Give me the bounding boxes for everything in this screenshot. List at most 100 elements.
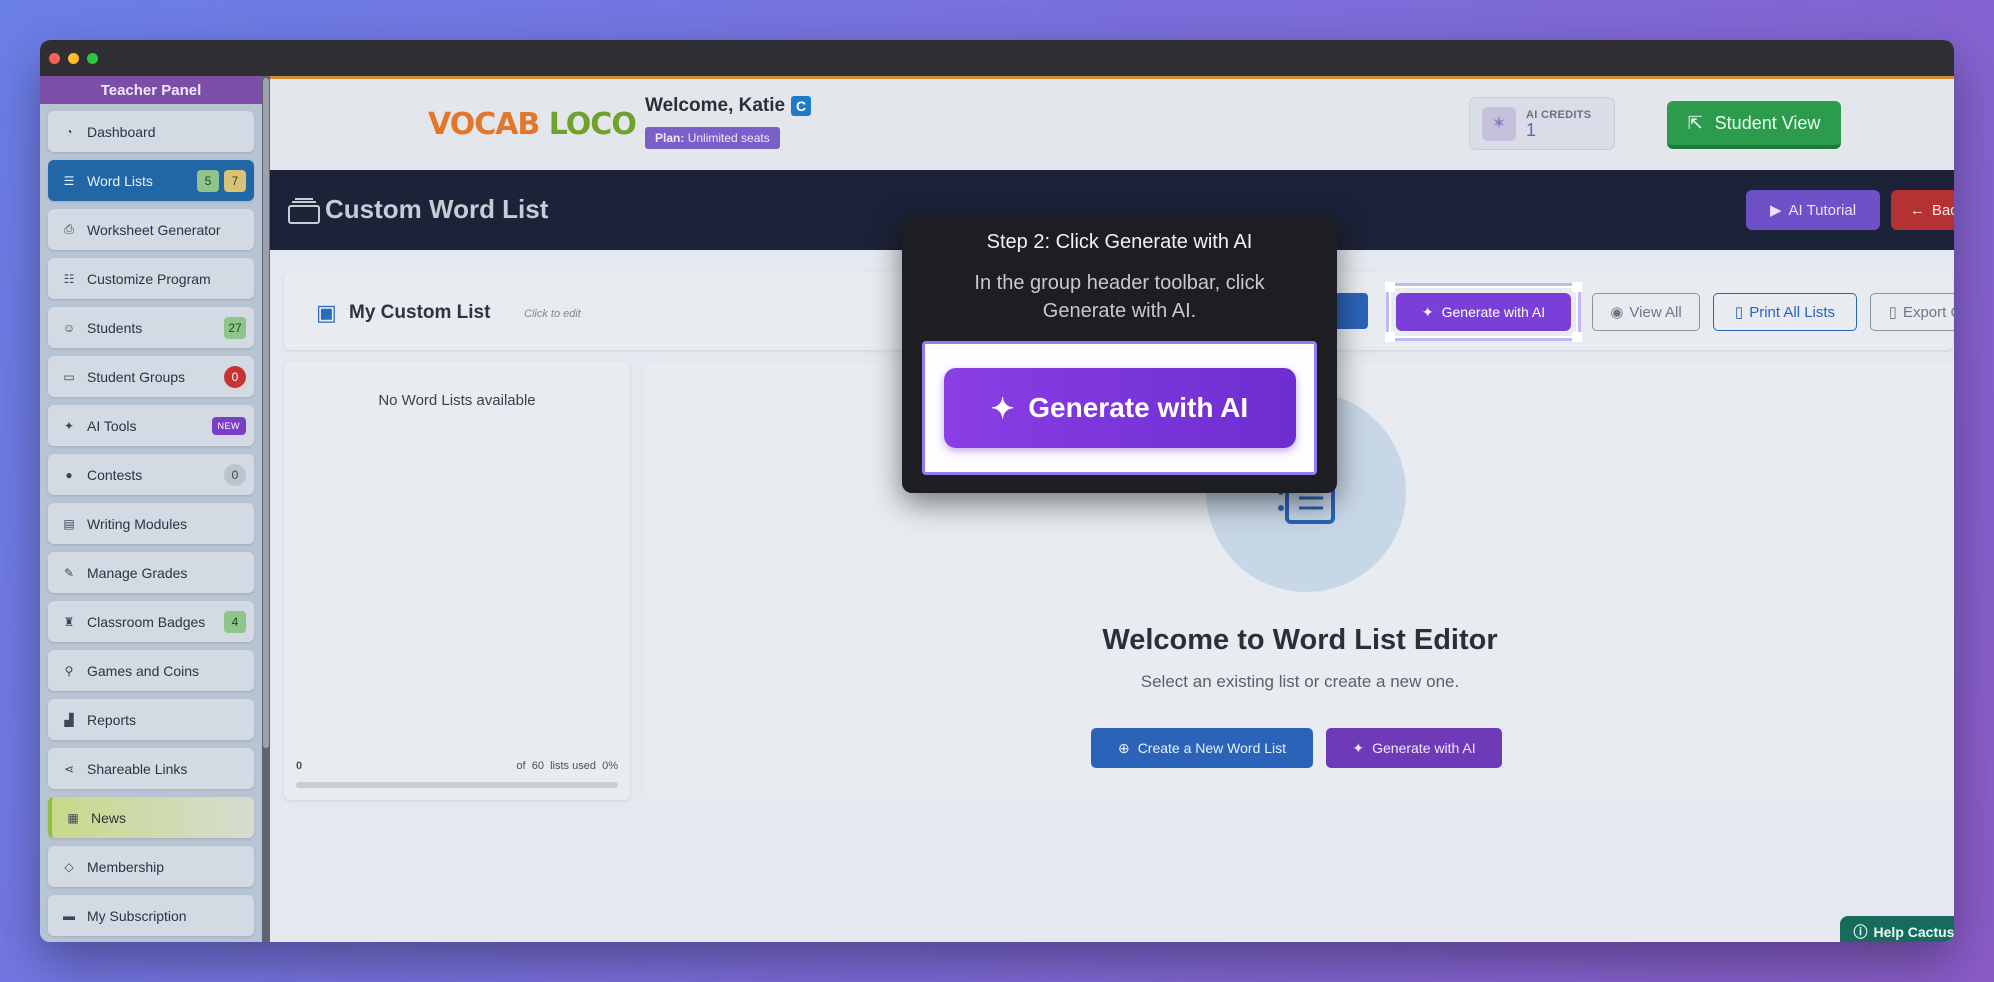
sidebar-item-customize-program[interactable]: ☷ Customize Program bbox=[48, 258, 254, 299]
play-icon: ▶ bbox=[1769, 202, 1782, 219]
tour-step-body: In the group header toolbar, click Gener… bbox=[974, 272, 1265, 322]
plan-badge: Plan: Unlimited seats bbox=[645, 127, 780, 149]
sidebar-item-student-groups[interactable]: ▭ Student Groups 0 bbox=[48, 356, 254, 397]
student-groups-count-badge: 0 bbox=[224, 365, 246, 388]
of-label: of bbox=[516, 760, 526, 772]
lists-used-progress-bar bbox=[296, 782, 618, 788]
create-word-list-label: Create a New Word List bbox=[1137, 740, 1287, 756]
sidebar-item-games-and-coins[interactable]: ⚲ Games and Coins bbox=[48, 650, 254, 691]
sidebar-item-writing-modules[interactable]: ▤ Writing Modules bbox=[48, 503, 254, 544]
generate-with-ai-button[interactable]: ✦ Generate with AI bbox=[1396, 293, 1571, 331]
sidebar-item-students[interactable]: ☺ Students 27 bbox=[48, 307, 254, 348]
sidebar-title: Teacher Panel bbox=[40, 76, 262, 104]
logo-text-vocab: VOCAB bbox=[428, 107, 540, 142]
sidebar-item-label: Students bbox=[87, 319, 143, 336]
sidebar-item-label: Student Groups bbox=[87, 368, 186, 385]
sparkles-icon: ✶ bbox=[1482, 106, 1516, 141]
sidebar-item-shareable-links[interactable]: ⋖ Shareable Links bbox=[48, 748, 254, 789]
ai-credits-widget[interactable]: ✶ AI CREDITS 1 bbox=[1469, 97, 1615, 150]
share-icon: ⋖ bbox=[63, 761, 75, 776]
classroom-badges-count-badge: 4 bbox=[224, 610, 246, 633]
ai-tutorial-button[interactable]: ▶ AI Tutorial bbox=[1746, 190, 1880, 230]
student-view-button[interactable]: ⇱ Student View bbox=[1667, 101, 1841, 149]
ai-tutorial-label: AI Tutorial bbox=[1788, 201, 1857, 219]
main-content: VOCAB LOCO Welcome, Katie C Plan: Unlimi… bbox=[270, 76, 1954, 942]
highlight-corner bbox=[1572, 332, 1582, 342]
sidebar-item-manage-grades[interactable]: ✎ Manage Grades bbox=[48, 552, 254, 593]
sidebar-item-label: News bbox=[91, 809, 127, 826]
sidebar-nav: ◔ Dashboard ☰ Word Lists 5 7 ⎙ Worksheet… bbox=[40, 104, 262, 942]
diamond-icon: ◇ bbox=[64, 859, 74, 874]
highlight-corner bbox=[1385, 332, 1395, 342]
welcome-text: Welcome, Katie bbox=[645, 95, 786, 116]
editor-welcome-subtitle: Select an existing list or create a new … bbox=[1140, 672, 1460, 691]
arrow-left-icon: ← bbox=[1909, 201, 1925, 219]
sparkles-icon: ✦ bbox=[1421, 303, 1434, 320]
sidebar-item-dashboard[interactable]: ◔ Dashboard bbox=[48, 111, 254, 152]
word-lists-panel: No Word Lists available 0 of 60 lists us… bbox=[284, 362, 630, 800]
tour-preview-generate-button[interactable]: ✦ Generate with AI bbox=[943, 368, 1296, 448]
sidebar-item-label: Shareable Links bbox=[87, 760, 188, 777]
word-lists-count-badge: 5 bbox=[197, 169, 219, 192]
vocab-loco-logo[interactable]: VOCAB LOCO bbox=[428, 107, 637, 142]
sidebar-item-news[interactable]: ▦ News bbox=[48, 797, 254, 838]
trophy-icon: ● bbox=[65, 467, 73, 482]
create-new-word-list-button[interactable]: ⊕ Create a New Word List bbox=[1091, 728, 1313, 768]
list-name[interactable]: My Custom List bbox=[349, 302, 490, 324]
sparkles-icon: ✦ bbox=[63, 418, 75, 433]
sidebar: Teacher Panel ◔ Dashboard ☰ Word Lists 5… bbox=[40, 76, 262, 942]
back-label: Back bbox=[1931, 201, 1954, 219]
sidebar-item-label: Customize Program bbox=[87, 270, 211, 287]
sparkles-icon: ✦ bbox=[990, 392, 1015, 424]
print-all-lists-button[interactable]: ▯ Print All Lists bbox=[1713, 293, 1857, 331]
help-cactus-button[interactable]: ⓘ Help Cactus bbox=[1840, 916, 1954, 942]
sidebar-item-membership[interactable]: ◇ Membership bbox=[48, 846, 254, 887]
help-cactus-label: Help Cactus bbox=[1873, 924, 1954, 940]
sidebar-item-label: Dashboard bbox=[87, 123, 156, 140]
back-button[interactable]: ← Back bbox=[1891, 190, 1954, 230]
plan-value: Unlimited seats bbox=[687, 131, 770, 145]
eye-icon: ◉ bbox=[1610, 304, 1624, 321]
bookmark-book-icon: ▣ bbox=[316, 300, 337, 325]
sidebar-item-contests[interactable]: ● Contests 0 bbox=[48, 454, 254, 495]
sidebar-item-label: Games and Coins bbox=[87, 662, 200, 679]
new-badge: NEW bbox=[211, 416, 246, 435]
maximize-window-button[interactable] bbox=[87, 52, 98, 64]
sidebar-item-reports[interactable]: ▟ Reports bbox=[48, 699, 254, 740]
sidebar-item-word-lists[interactable]: ☰ Word Lists 5 7 bbox=[48, 160, 254, 201]
sidebar-item-label: Reports bbox=[87, 711, 137, 728]
partially-hidden-button[interactable] bbox=[1334, 293, 1368, 329]
sidebar-item-my-subscription[interactable]: ▬ My Subscription bbox=[48, 895, 254, 936]
sidebar-item-label: My Subscription bbox=[87, 907, 187, 924]
export-csv-button[interactable]: ▯ Export CSV bbox=[1870, 293, 1954, 331]
document-icon: ▤ bbox=[63, 516, 75, 531]
lists-total: 60 bbox=[531, 760, 544, 772]
stack-icon bbox=[288, 198, 320, 224]
editor-welcome-title: Welcome to Word List Editor bbox=[1102, 624, 1498, 656]
sidebar-item-classroom-badges[interactable]: ♜ Classroom Badges 4 bbox=[48, 601, 254, 642]
lists-used-label: lists used bbox=[550, 760, 596, 772]
document-icon: ▯ bbox=[1734, 304, 1744, 321]
tour-step-popover: Step 2: Click Generate with AI In the gr… bbox=[902, 215, 1337, 493]
ai-credits-value: 1 bbox=[1526, 119, 1537, 140]
minimize-window-button[interactable] bbox=[68, 52, 79, 64]
page-title: Custom Word List bbox=[325, 194, 549, 224]
click-to-edit-hint: Click to edit bbox=[524, 308, 581, 320]
sidebar-item-worksheet-generator[interactable]: ⎙ Worksheet Generator bbox=[48, 209, 254, 250]
word-lists-pending-badge: 7 bbox=[224, 169, 246, 192]
plan-label: Plan: bbox=[655, 131, 685, 145]
sidebar-item-label: Contests bbox=[87, 466, 143, 483]
empty-state-text: No Word Lists available bbox=[378, 392, 536, 409]
scrollbar-thumb[interactable] bbox=[263, 78, 269, 748]
sidebar-item-label: Membership bbox=[87, 858, 165, 875]
view-all-button[interactable]: ◉ View All bbox=[1592, 293, 1700, 331]
generate-with-ai-secondary-button[interactable]: ✦ Generate with AI bbox=[1326, 728, 1502, 768]
sliders-icon: ☷ bbox=[63, 271, 75, 286]
sidebar-scrollbar[interactable] bbox=[262, 76, 270, 942]
close-window-button[interactable] bbox=[49, 52, 60, 64]
window-titlebar bbox=[40, 40, 1954, 76]
lists-used-percent: 0% bbox=[602, 760, 618, 772]
sidebar-item-ai-tools[interactable]: ✦ AI Tools NEW bbox=[48, 405, 254, 446]
cup-icon: ♜ bbox=[63, 614, 75, 629]
user-tier-badge: C bbox=[791, 96, 812, 116]
